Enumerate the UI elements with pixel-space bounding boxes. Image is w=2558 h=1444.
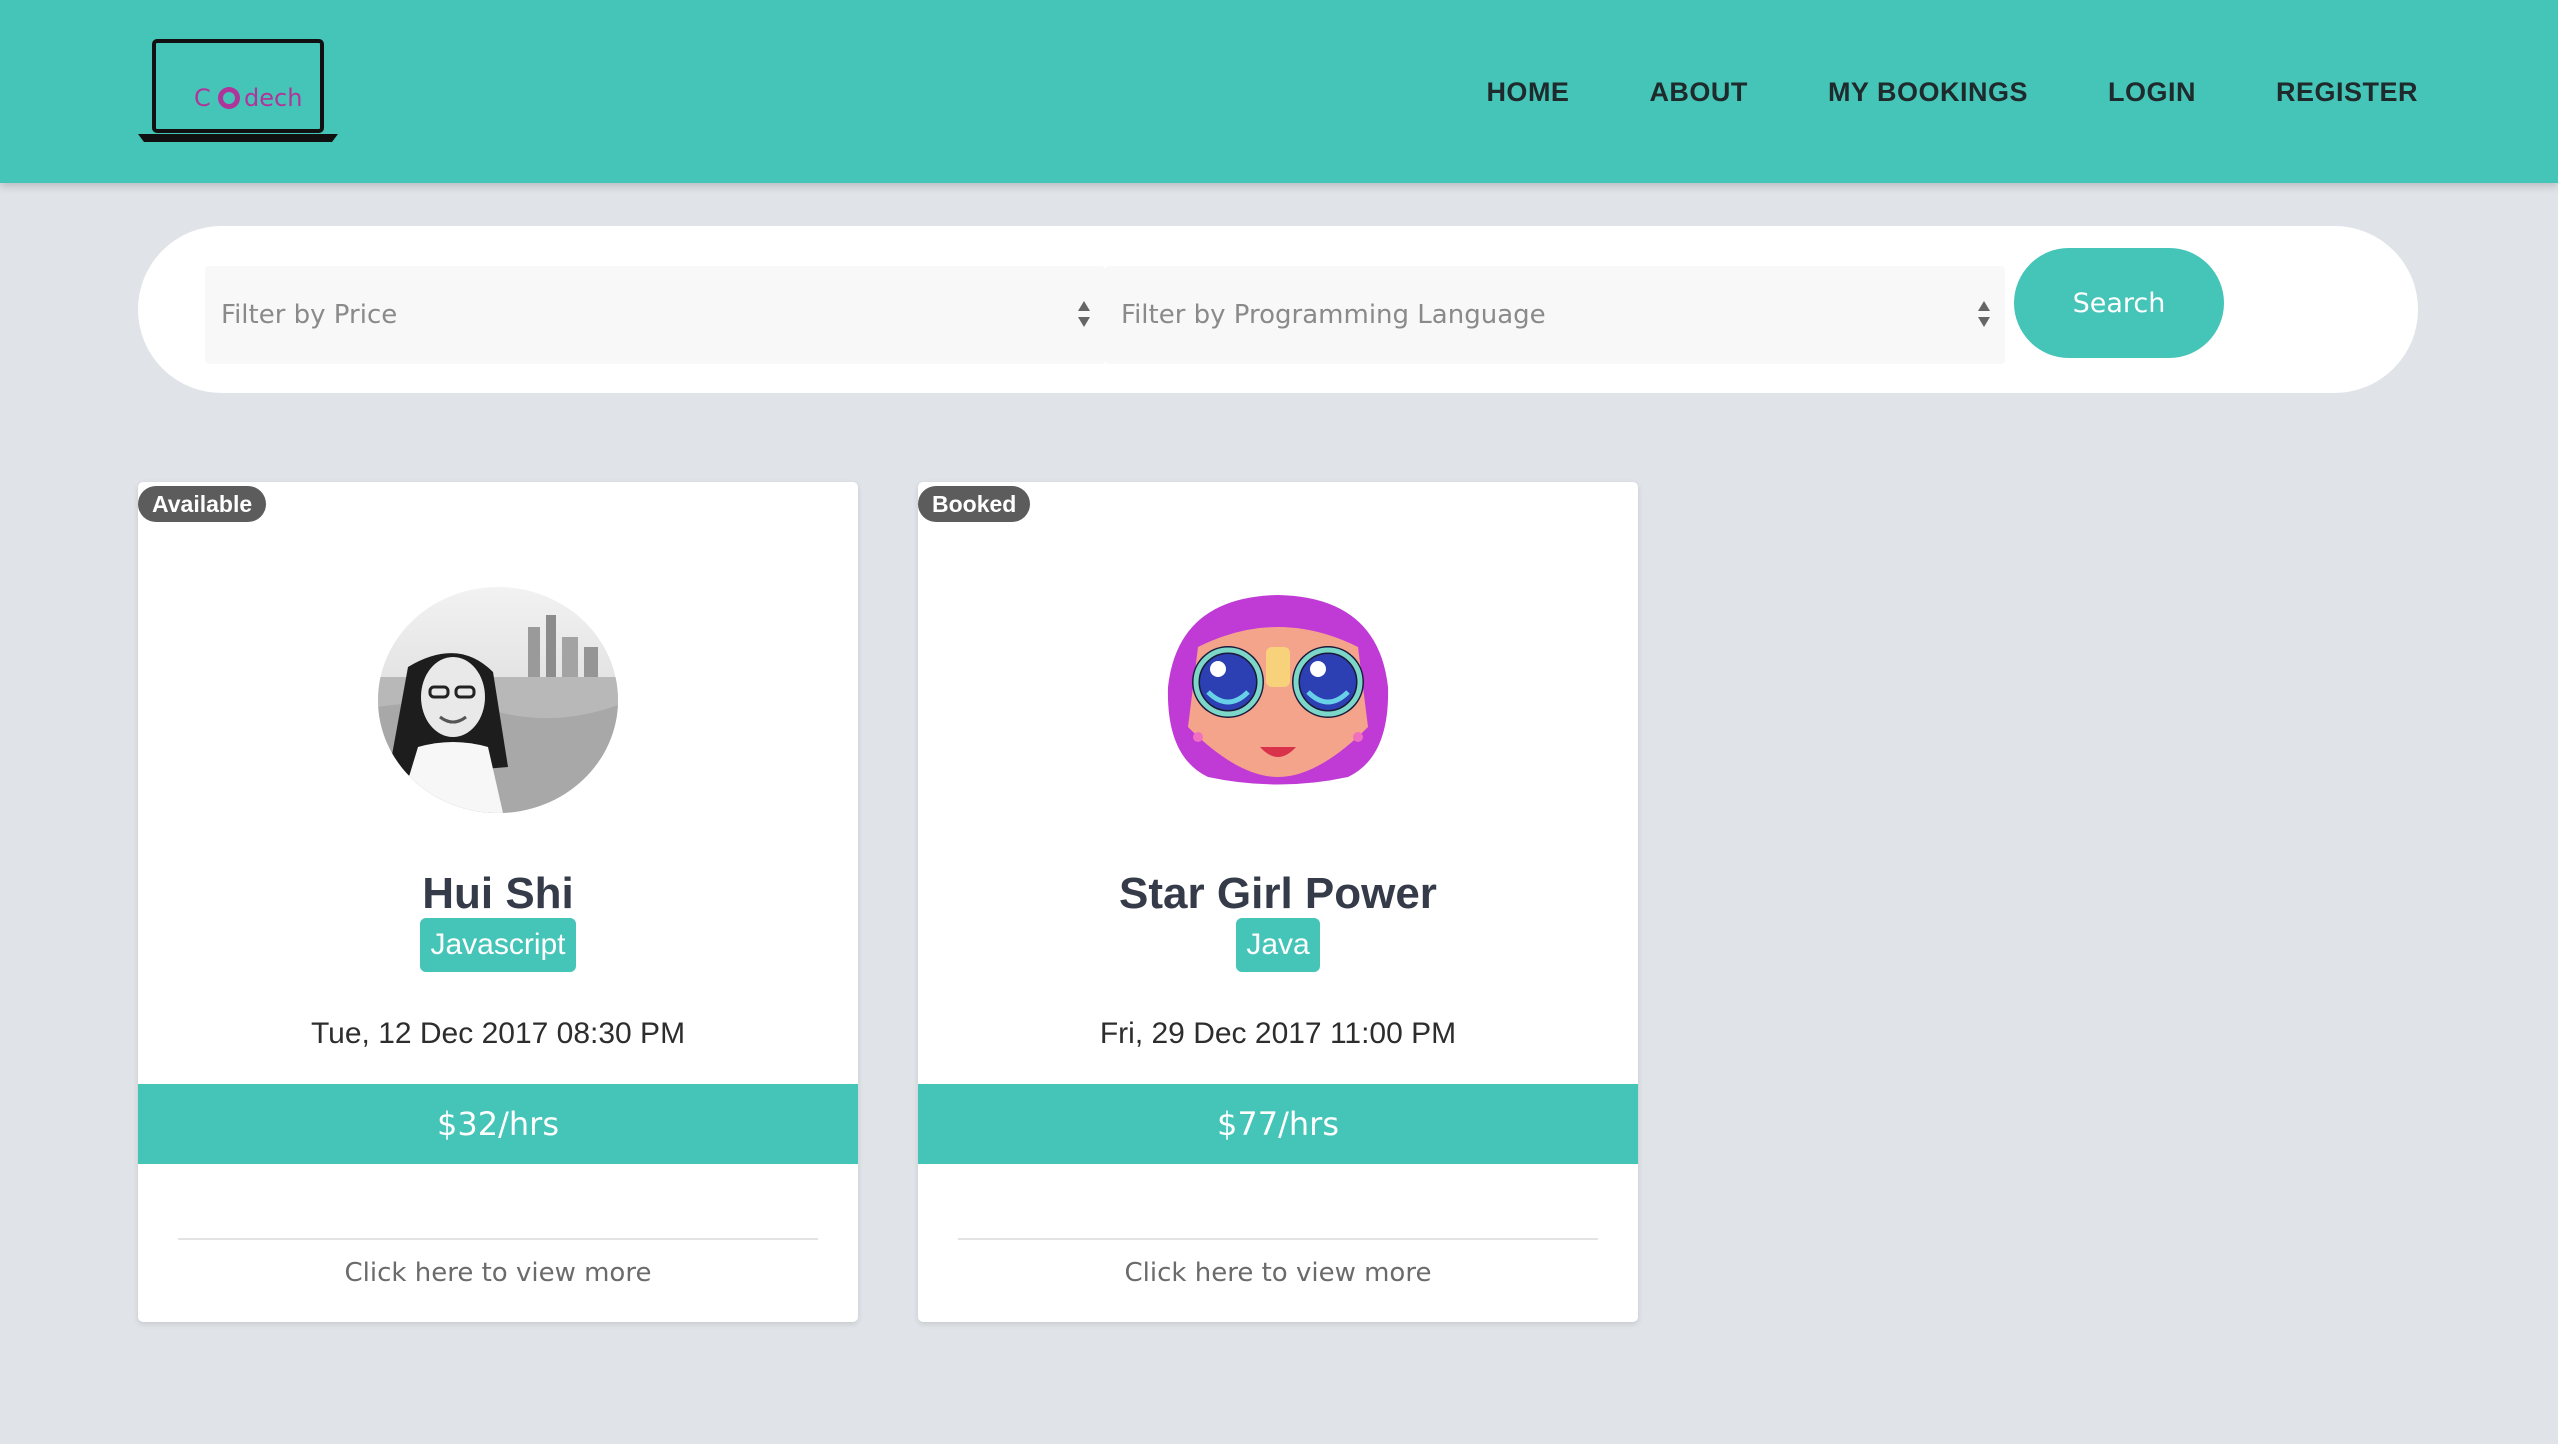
language-tag: Java	[1236, 918, 1320, 972]
price-bar: $77/hrs	[918, 1084, 1638, 1164]
language-tag: Javascript	[420, 918, 576, 972]
svg-text:C: C	[194, 84, 211, 112]
divider	[178, 1238, 818, 1240]
nav-my-bookings[interactable]: MY BOOKINGS	[1828, 72, 2028, 112]
svg-text:dech: dech	[244, 84, 302, 112]
main-nav: HOME ABOUT MY BOOKINGS LOGIN REGISTER	[1406, 72, 2418, 112]
tutor-name: Hui Shi	[422, 869, 574, 918]
codech-logo[interactable]: C dech	[136, 36, 340, 146]
nav-home[interactable]: HOME	[1486, 72, 1569, 112]
select-arrows-icon	[1077, 299, 1091, 329]
price-filter-select[interactable]: Filter by Price	[205, 266, 1105, 364]
tutor-card[interactable]: Available Hui Shi Javascript Tue, 12 Dec…	[138, 482, 858, 1322]
nav-login[interactable]: LOGIN	[2108, 72, 2196, 112]
view-more-link[interactable]: Click here to view more	[918, 1248, 1638, 1298]
language-filter-placeholder: Filter by Programming Language	[1121, 300, 1546, 330]
session-datetime: Fri, 29 Dec 2017 11:00 PM	[1099, 1017, 1457, 1050]
status-badge: Booked	[918, 486, 1031, 522]
nav-register[interactable]: REGISTER	[2276, 72, 2418, 112]
tutor-name: Star Girl Power	[1119, 869, 1437, 918]
language-tag-wrapper: Java	[918, 918, 1638, 972]
filter-bar: Filter by Price Filter by Programming La…	[138, 226, 2418, 393]
select-arrows-icon	[1977, 299, 1991, 329]
search-button[interactable]: Search	[2014, 248, 2224, 358]
divider	[958, 1238, 1598, 1240]
tutor-card[interactable]: Booked Star Girl Power Java Fri, 29 Dec …	[918, 482, 1638, 1322]
status-badge: Available	[138, 486, 267, 522]
language-filter-select[interactable]: Filter by Programming Language	[1105, 266, 2005, 364]
top-navbar: C dech HOME ABOUT MY BOOKINGS LOGIN REGI…	[0, 0, 2558, 183]
session-datetime: Tue, 12 Dec 2017 08:30 PM	[310, 1017, 686, 1050]
avatar	[1158, 587, 1398, 813]
avatar	[378, 587, 618, 813]
nav-about[interactable]: ABOUT	[1649, 72, 1748, 112]
view-more-link[interactable]: Click here to view more	[138, 1248, 858, 1298]
language-tag-wrapper: Javascript	[138, 918, 858, 972]
price-filter-placeholder: Filter by Price	[221, 300, 398, 330]
price-bar: $32/hrs	[138, 1084, 858, 1164]
